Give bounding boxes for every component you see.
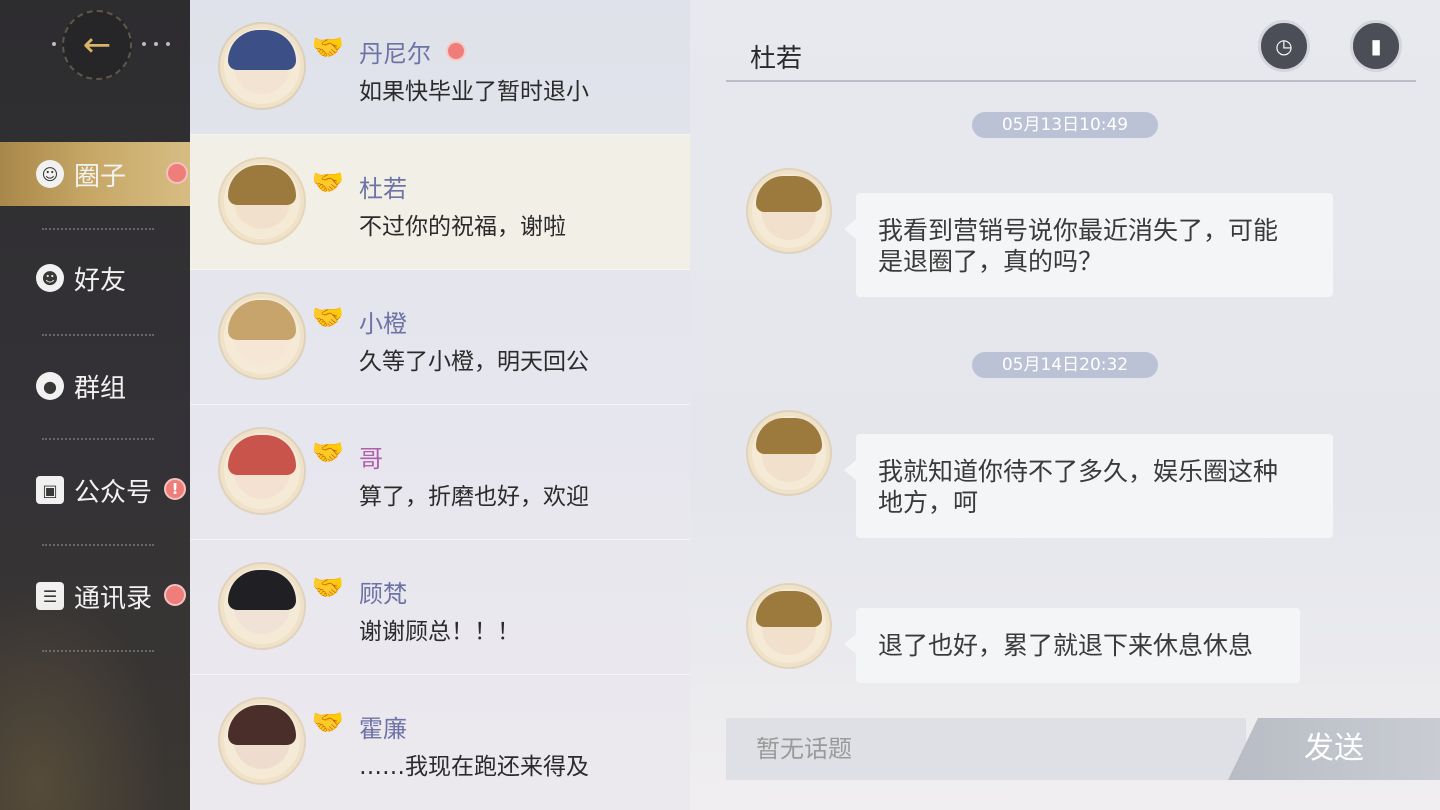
contact-item-xiaocheng[interactable]: 🤝 小橙 久等了小橙，明天回公: [190, 270, 690, 405]
side-nav: ← ☺ 圈子 ☻ 好友 ● 群组 ▣ 公众号 ! ☰ 通讯录: [0, 0, 190, 810]
picture-icon: ▣: [36, 476, 64, 504]
camera-icon: ▮: [1370, 34, 1382, 58]
contacts-icon: ☰: [36, 582, 64, 610]
timestamp-pill: 05月14日20:32: [972, 352, 1158, 378]
nav-item-label: 通讯录: [74, 583, 153, 614]
avatar-hair: [228, 570, 296, 610]
avatar-hair: [756, 176, 822, 212]
group-icon: ●: [36, 372, 64, 400]
avatar-hair: [228, 435, 296, 475]
nav-item-contacts[interactable]: ☰ 通讯录: [0, 564, 190, 628]
smile-icon: ☺: [36, 160, 64, 188]
contact-item-duruo[interactable]: 🤝 杜若 不过你的祝福，谢啦: [190, 135, 690, 270]
avatar-hair: [228, 300, 296, 340]
nav-item-label: 好友: [74, 265, 127, 296]
person-icon: ☻: [36, 264, 64, 292]
contact-list: 🤝 丹尼尔 如果快毕业了暂时退小 🤝 杜若 不过你的祝福，谢啦 🤝 小橙 久等了…: [190, 0, 690, 810]
arrow-left-icon: ←: [82, 25, 112, 65]
contact-last-message: 算了，折磨也好，欢迎: [359, 484, 589, 510]
avatar: [748, 585, 830, 667]
handshake-icon: 🤝: [311, 438, 345, 468]
send-button[interactable]: 发送: [1228, 718, 1440, 780]
avatar-hair: [228, 165, 296, 205]
handshake-icon: 🤝: [311, 708, 345, 738]
contact-name: 顾梵: [359, 580, 407, 608]
divider: [42, 650, 154, 652]
handshake-icon: 🤝: [311, 303, 345, 333]
timestamp-pill: 05月13日10:49: [972, 112, 1158, 138]
message-bubble: 我看到营销号说你最近消失了，可能 是退圈了，真的吗？: [844, 193, 1333, 297]
handshake-icon: 🤝: [311, 33, 345, 63]
history-video-button[interactable]: ◷: [1258, 20, 1310, 72]
contact-name: 霍廉: [359, 715, 407, 743]
nav-item-groups[interactable]: ● 群组: [0, 354, 190, 418]
contact-last-message: 谢谢顾总！！！: [359, 619, 520, 645]
contact-name: 杜若: [359, 175, 407, 203]
avatar: [220, 159, 304, 243]
contact-last-message: 不过你的祝福，谢啦: [359, 214, 566, 240]
avatar: [220, 294, 304, 378]
avatar-hair: [228, 30, 296, 70]
handshake-icon: 🤝: [311, 573, 345, 603]
message-text-line: 退了也好，累了就退下来休息休息: [878, 631, 1254, 660]
deco-dot: [154, 42, 158, 46]
message-text-line: 我看到营销号说你最近消失了，可能: [878, 216, 1279, 245]
avatar: [220, 699, 304, 783]
contact-name: 小橙: [359, 310, 407, 338]
contact-last-message: ……我现在跑还来得及: [359, 754, 589, 780]
avatar: [220, 429, 304, 513]
alert-badge: !: [164, 478, 186, 500]
history-video-icon: ◷: [1275, 34, 1293, 58]
handshake-icon: 🤝: [311, 168, 345, 198]
unread-dot: [166, 162, 188, 184]
avatar: [748, 170, 830, 252]
message-text-line: 地方，呵: [878, 488, 979, 517]
camera-button[interactable]: ▮: [1350, 20, 1402, 72]
nav-item-friends[interactable]: ☻ 好友: [0, 246, 190, 310]
divider: [42, 438, 154, 440]
divider: [42, 544, 154, 546]
avatar-hair: [756, 591, 822, 627]
contact-item-huolian[interactable]: 🤝 霍廉 ……我现在跑还来得及: [190, 675, 690, 810]
nav-item-official-accounts[interactable]: ▣ 公众号 !: [0, 458, 190, 522]
deco-dot: [142, 42, 146, 46]
message-text-line: 是退圈了，真的吗？: [878, 247, 1104, 276]
back-button[interactable]: ←: [62, 10, 132, 80]
nav-item-label: 公众号: [74, 477, 153, 508]
back-button-wrap: ←: [52, 8, 172, 82]
contact-last-message: 如果快毕业了暂时退小: [359, 79, 589, 105]
contact-last-message: 久等了小橙，明天回公: [359, 349, 589, 375]
contact-item-brother[interactable]: 🤝 哥 算了，折磨也好，欢迎: [190, 405, 690, 540]
contact-name: 哥: [359, 445, 383, 473]
nav-item-label: 群组: [74, 373, 127, 404]
message-text-line: 我就知道你待不了多久，娱乐圈这种: [878, 457, 1279, 486]
nav-item-circle[interactable]: ☺ 圈子: [0, 142, 190, 206]
chat-title: 杜若: [750, 44, 803, 74]
contact-item-gufan[interactable]: 🤝 顾梵 谢谢顾总！！！: [190, 540, 690, 675]
avatar: [220, 564, 304, 648]
unread-dot: [446, 41, 466, 61]
avatar-hair: [756, 418, 822, 454]
avatar: [748, 412, 830, 494]
nav-item-label: 圈子: [74, 161, 127, 192]
contact-name: 丹尼尔: [359, 40, 431, 68]
avatar: [220, 24, 304, 108]
unread-dot: [164, 584, 186, 606]
contact-item-daniel[interactable]: 🤝 丹尼尔 如果快毕业了暂时退小: [190, 0, 690, 135]
deco-dot: [52, 42, 56, 46]
title-divider: [726, 80, 1416, 82]
divider: [42, 334, 154, 336]
deco-dot: [166, 42, 170, 46]
message-bubble: 退了也好，累了就退下来休息休息: [844, 608, 1300, 683]
avatar-hair: [228, 705, 296, 745]
chat-panel: 杜若 ◷ ▮ 05月13日10:49 我看到营销号说你最近消失了，可能 是退圈了…: [690, 0, 1440, 810]
topic-input[interactable]: 暂无话题: [726, 718, 1246, 780]
message-bubble: 我就知道你待不了多久，娱乐圈这种 地方，呵: [844, 434, 1333, 538]
divider: [42, 228, 154, 230]
